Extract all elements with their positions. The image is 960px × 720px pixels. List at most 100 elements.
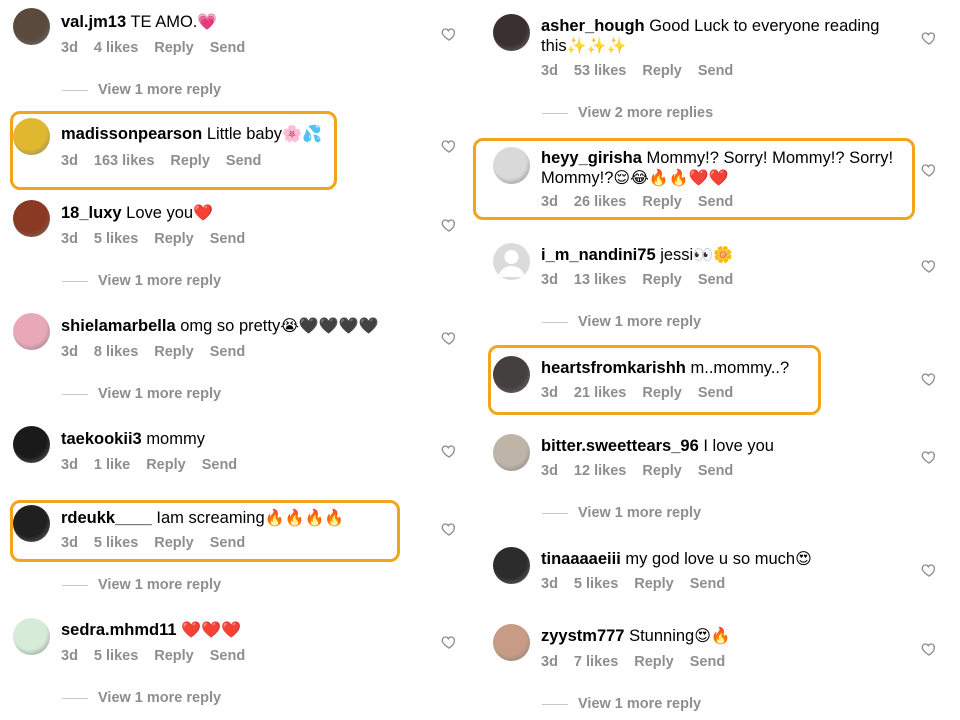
avatar[interactable] bbox=[13, 618, 50, 655]
like-heart-icon[interactable] bbox=[921, 562, 937, 578]
comment-age: 3d bbox=[541, 272, 558, 288]
send-button[interactable]: Send bbox=[210, 344, 245, 360]
view-more-replies-button[interactable]: View 1 more reply bbox=[62, 273, 221, 289]
reply-divider-line bbox=[62, 89, 88, 91]
comment-text: taekookii3 mommy bbox=[61, 429, 421, 449]
reply-button[interactable]: Reply bbox=[154, 648, 194, 664]
reply-button[interactable]: Reply bbox=[154, 344, 194, 360]
view-more-replies-button[interactable]: View 2 more replies bbox=[542, 105, 713, 121]
reply-button[interactable]: Reply bbox=[642, 385, 682, 401]
view-more-replies-button[interactable]: View 1 more reply bbox=[62, 82, 221, 98]
comment-age: 3d bbox=[541, 654, 558, 670]
like-heart-icon[interactable] bbox=[921, 30, 937, 46]
send-button[interactable]: Send bbox=[698, 272, 733, 288]
like-count-link[interactable]: 5 likes bbox=[94, 648, 138, 664]
username-link[interactable]: rdeukk____ bbox=[61, 509, 152, 527]
like-count-link[interactable]: 4 likes bbox=[94, 40, 138, 56]
username-link[interactable]: bitter.sweettears_96 bbox=[541, 437, 699, 455]
avatar[interactable] bbox=[13, 505, 50, 542]
like-heart-icon[interactable] bbox=[441, 26, 457, 42]
reply-button[interactable]: Reply bbox=[146, 457, 186, 473]
avatar[interactable] bbox=[493, 434, 530, 471]
username-link[interactable]: madissonpearson bbox=[61, 125, 202, 143]
send-button[interactable]: Send bbox=[690, 576, 725, 592]
like-heart-icon[interactable] bbox=[441, 443, 457, 459]
like-heart-icon[interactable] bbox=[921, 371, 937, 387]
view-more-replies-button[interactable]: View 1 more reply bbox=[542, 505, 701, 521]
username-link[interactable]: zyystm777 bbox=[541, 627, 624, 645]
like-heart-icon[interactable] bbox=[921, 258, 937, 274]
view-more-replies-button[interactable]: View 1 more reply bbox=[62, 386, 221, 402]
view-more-replies-button[interactable]: View 1 more reply bbox=[62, 690, 221, 706]
username-link[interactable]: tinaaaaeiii bbox=[541, 550, 621, 568]
like-count-link[interactable]: 1 like bbox=[94, 457, 130, 473]
reply-button[interactable]: Reply bbox=[154, 40, 194, 56]
like-count-link[interactable]: 12 likes bbox=[574, 463, 626, 479]
send-button[interactable]: Send bbox=[690, 654, 725, 670]
reply-button[interactable]: Reply bbox=[170, 153, 210, 169]
like-count-link[interactable]: 26 likes bbox=[574, 194, 626, 210]
send-button[interactable]: Send bbox=[210, 231, 245, 247]
avatar[interactable] bbox=[493, 624, 530, 661]
comment-text: heartsfromkarishh m..mommy..? bbox=[541, 358, 911, 378]
default-avatar-icon[interactable] bbox=[493, 243, 530, 280]
like-count-link[interactable]: 5 likes bbox=[94, 535, 138, 551]
like-heart-icon[interactable] bbox=[441, 330, 457, 346]
like-count-link[interactable]: 13 likes bbox=[574, 272, 626, 288]
username-link[interactable]: i_m_nandini75 bbox=[541, 246, 656, 264]
username-link[interactable]: sedra.mhmd11 bbox=[61, 621, 177, 639]
reply-button[interactable]: Reply bbox=[642, 63, 682, 79]
send-button[interactable]: Send bbox=[698, 385, 733, 401]
like-count-link[interactable]: 53 likes bbox=[574, 63, 626, 79]
send-button[interactable]: Send bbox=[226, 153, 261, 169]
reply-button[interactable]: Reply bbox=[634, 654, 674, 670]
username-link[interactable]: taekookii3 bbox=[61, 430, 142, 448]
username-link[interactable]: asher_hough bbox=[541, 17, 645, 35]
send-button[interactable]: Send bbox=[698, 194, 733, 210]
like-count-link[interactable]: 5 likes bbox=[574, 576, 618, 592]
like-heart-icon[interactable] bbox=[441, 217, 457, 233]
username-link[interactable]: shielamarbella bbox=[61, 317, 176, 335]
avatar[interactable] bbox=[13, 426, 50, 463]
view-more-replies-button[interactable]: View 1 more reply bbox=[542, 314, 701, 330]
username-link[interactable]: heyy_girisha bbox=[541, 149, 642, 167]
like-heart-icon[interactable] bbox=[921, 641, 937, 657]
like-heart-icon[interactable] bbox=[441, 634, 457, 650]
avatar[interactable] bbox=[493, 14, 530, 51]
reply-button[interactable]: Reply bbox=[642, 194, 682, 210]
reply-button[interactable]: Reply bbox=[154, 231, 194, 247]
username-link[interactable]: heartsfromkarishh bbox=[541, 359, 686, 377]
like-heart-icon[interactable] bbox=[441, 138, 457, 154]
view-more-replies-button[interactable]: View 1 more reply bbox=[542, 696, 701, 712]
like-heart-icon[interactable] bbox=[921, 162, 937, 178]
avatar[interactable] bbox=[13, 313, 50, 350]
avatar[interactable] bbox=[13, 200, 50, 237]
reply-button[interactable]: Reply bbox=[154, 535, 194, 551]
send-button[interactable]: Send bbox=[210, 40, 245, 56]
reply-button[interactable]: Reply bbox=[642, 272, 682, 288]
avatar[interactable] bbox=[493, 356, 530, 393]
like-count-link[interactable]: 8 likes bbox=[94, 344, 138, 360]
username-link[interactable]: val.jm13 bbox=[61, 13, 126, 31]
reply-button[interactable]: Reply bbox=[634, 576, 674, 592]
send-button[interactable]: Send bbox=[210, 535, 245, 551]
comment-text: i_m_nandini75 jessi👀🌼 bbox=[541, 245, 911, 265]
like-count-link[interactable]: 7 likes bbox=[574, 654, 618, 670]
like-count-link[interactable]: 5 likes bbox=[94, 231, 138, 247]
avatar[interactable] bbox=[13, 118, 50, 155]
send-button[interactable]: Send bbox=[202, 457, 237, 473]
view-more-replies-button[interactable]: View 1 more reply bbox=[62, 577, 221, 593]
comment-age: 3d bbox=[61, 535, 78, 551]
like-heart-icon[interactable] bbox=[921, 449, 937, 465]
send-button[interactable]: Send bbox=[698, 63, 733, 79]
like-heart-icon[interactable] bbox=[441, 521, 457, 537]
like-count-link[interactable]: 21 likes bbox=[574, 385, 626, 401]
avatar[interactable] bbox=[493, 147, 530, 184]
send-button[interactable]: Send bbox=[210, 648, 245, 664]
avatar[interactable] bbox=[13, 8, 50, 45]
send-button[interactable]: Send bbox=[698, 463, 733, 479]
reply-button[interactable]: Reply bbox=[642, 463, 682, 479]
like-count-link[interactable]: 163 likes bbox=[94, 153, 154, 169]
username-link[interactable]: 18_luxy bbox=[61, 204, 122, 222]
avatar[interactable] bbox=[493, 547, 530, 584]
